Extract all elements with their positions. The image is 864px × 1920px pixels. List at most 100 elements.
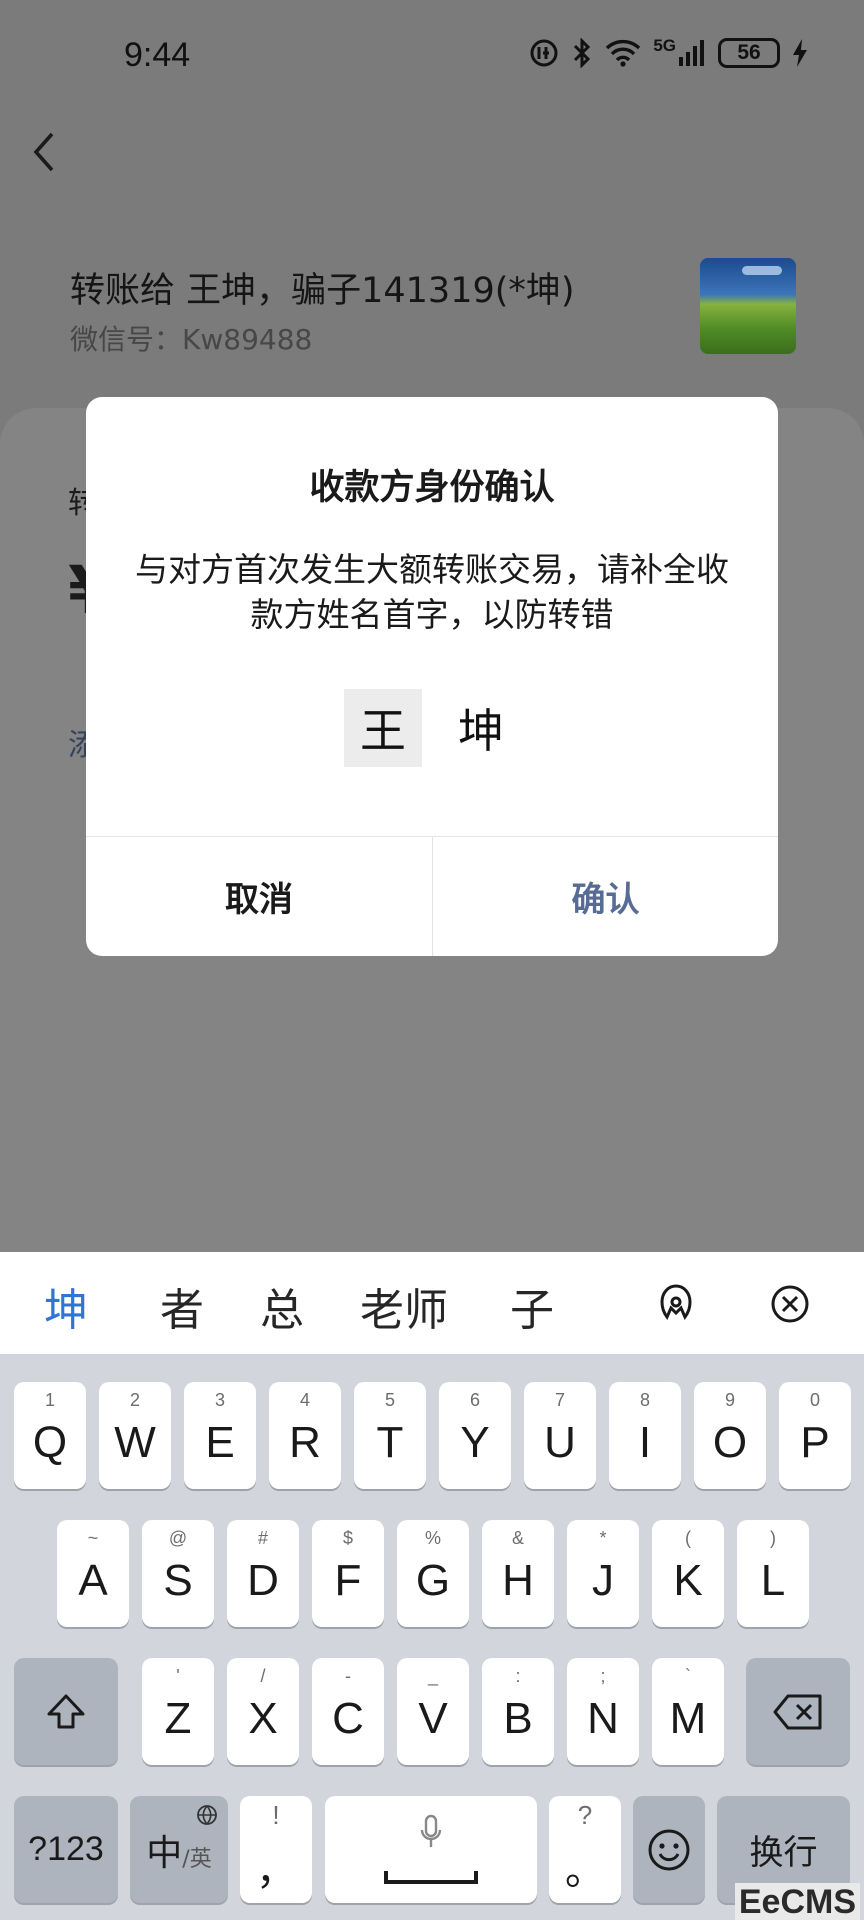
candidate-item[interactable]: 子 bbox=[510, 1274, 554, 1338]
language-switch-key[interactable]: 中/英 bbox=[130, 1796, 228, 1903]
key-label: A bbox=[78, 1555, 108, 1605]
key-hint: ~ bbox=[87, 1528, 99, 1548]
confirm-button[interactable]: 确认 bbox=[433, 837, 778, 956]
key-hint: ; bbox=[600, 1666, 606, 1686]
key-k[interactable]: (K bbox=[652, 1520, 724, 1627]
keyboard: 1Q 2W 3E 4R 5T 6Y 7U 8I 9O 0P ~ A @ S # D $… bbox=[0, 1354, 864, 1920]
key-label: X bbox=[248, 1693, 278, 1743]
key-hint: - bbox=[345, 1666, 351, 1686]
key-i[interactable]: 8I bbox=[609, 1382, 681, 1489]
key-m[interactable]: ` M bbox=[652, 1658, 724, 1765]
comma-key[interactable]: !， bbox=[240, 1796, 312, 1903]
payee-confirm-dialog: 收款方身份确认 与对方首次发生大额转账交易，请补全收款方姓名首字，以防转错 王 … bbox=[86, 397, 778, 956]
close-candidates-icon[interactable] bbox=[766, 1280, 814, 1328]
shift-icon bbox=[47, 1694, 85, 1728]
key-e[interactable]: 3E bbox=[184, 1382, 256, 1489]
key-f[interactable]: $ F bbox=[312, 1520, 384, 1627]
period-key[interactable]: ?。 bbox=[549, 1796, 621, 1903]
candidate-item[interactable]: 总 bbox=[260, 1274, 304, 1338]
key-label: 。 bbox=[565, 1848, 605, 1893]
charging-icon bbox=[793, 39, 807, 67]
key-label: S bbox=[163, 1555, 193, 1605]
back-arrow-icon[interactable] bbox=[24, 124, 64, 180]
backspace-key[interactable] bbox=[746, 1658, 850, 1765]
key-label: G bbox=[415, 1555, 451, 1605]
key-h[interactable]: & H bbox=[482, 1520, 554, 1627]
key-n[interactable]: ; N bbox=[567, 1658, 639, 1765]
battery-indicator: 56 bbox=[718, 38, 780, 68]
key-hint: * bbox=[599, 1528, 607, 1548]
key-hint: : bbox=[515, 1666, 521, 1686]
key-r[interactable]: 4R bbox=[269, 1382, 341, 1489]
candidate-item[interactable]: 老师 bbox=[360, 1274, 448, 1338]
key-label: J bbox=[592, 1555, 614, 1605]
key-hint: ( bbox=[685, 1528, 691, 1548]
key-u[interactable]: 7U bbox=[524, 1382, 596, 1489]
watermark: EeCMS bbox=[734, 1883, 860, 1920]
signal-icon bbox=[679, 40, 704, 66]
keyboard-logo-icon[interactable] bbox=[652, 1280, 700, 1328]
key-hint: % bbox=[424, 1528, 441, 1548]
key-x[interactable]: / X bbox=[227, 1658, 299, 1765]
lang-main-label: 中 bbox=[146, 1832, 183, 1874]
key-label: U bbox=[544, 1417, 576, 1467]
key-hint: # bbox=[257, 1528, 268, 1548]
emoji-icon bbox=[648, 1829, 690, 1870]
key-label: T bbox=[376, 1417, 404, 1467]
candidate-item[interactable]: 者 bbox=[160, 1274, 204, 1338]
key-label: K bbox=[673, 1555, 703, 1605]
enter-key-label: 换行 bbox=[749, 1834, 818, 1872]
key-p[interactable]: 0P bbox=[779, 1382, 851, 1489]
space-key[interactable] bbox=[325, 1796, 537, 1903]
key-y[interactable]: 6Y bbox=[439, 1382, 511, 1489]
key-hint: 1 bbox=[44, 1390, 55, 1410]
key-hint: ? bbox=[577, 1800, 593, 1830]
key-hint: 9 bbox=[724, 1390, 735, 1410]
key-label: N bbox=[587, 1693, 619, 1743]
key-hint: 3 bbox=[214, 1390, 225, 1410]
key-label: Q bbox=[32, 1417, 68, 1467]
shift-key[interactable] bbox=[14, 1658, 118, 1765]
key-z[interactable]: ' Z bbox=[142, 1658, 214, 1765]
status-time: 9:44 bbox=[124, 36, 191, 74]
key-c[interactable]: -C bbox=[312, 1658, 384, 1765]
numbers-key-label: ?123 bbox=[28, 1830, 104, 1868]
key-hint: / bbox=[260, 1666, 266, 1686]
wifi-icon bbox=[606, 39, 641, 67]
key-hint: ) bbox=[770, 1528, 776, 1548]
key-hint: 4 bbox=[299, 1390, 310, 1410]
candidate-item[interactable]: 坤 bbox=[44, 1274, 88, 1338]
name-completion-row: 王 坤 bbox=[86, 689, 778, 767]
microphone-icon bbox=[420, 1814, 442, 1847]
payee-title: 转账给 王坤，骗子141319(*坤) bbox=[70, 271, 575, 311]
key-d[interactable]: # D bbox=[227, 1520, 299, 1627]
key-hint: @ bbox=[168, 1528, 188, 1548]
key-hint: _ bbox=[427, 1666, 438, 1686]
key-b[interactable]: :B bbox=[482, 1658, 554, 1765]
key-s[interactable]: @ S bbox=[142, 1520, 214, 1627]
key-j[interactable]: * J bbox=[567, 1520, 639, 1627]
key-hint: $ bbox=[342, 1528, 353, 1548]
key-hint: 6 bbox=[469, 1390, 480, 1410]
key-g[interactable]: % G bbox=[397, 1520, 469, 1627]
numbers-key[interactable]: ?123 bbox=[14, 1796, 118, 1903]
emoji-key[interactable] bbox=[633, 1796, 705, 1903]
key-label: O bbox=[712, 1417, 748, 1467]
key-label: P bbox=[800, 1417, 830, 1467]
key-hint: & bbox=[511, 1528, 524, 1548]
key-t[interactable]: 5T bbox=[354, 1382, 426, 1489]
cancel-button[interactable]: 取消 bbox=[86, 837, 432, 956]
key-o[interactable]: 9O bbox=[694, 1382, 766, 1489]
key-label: D bbox=[247, 1555, 279, 1605]
avatar-cloud bbox=[742, 266, 782, 275]
key-w[interactable]: 2W bbox=[99, 1382, 171, 1489]
key-label: W bbox=[114, 1417, 156, 1467]
candidate-bar: 坤 者 总 老师 子 bbox=[0, 1252, 864, 1354]
key-l[interactable]: ) L bbox=[737, 1520, 809, 1627]
key-label: ， bbox=[256, 1848, 296, 1893]
key-a[interactable]: ~ A bbox=[57, 1520, 129, 1627]
key-v[interactable]: _ V bbox=[397, 1658, 469, 1765]
key-label: H bbox=[502, 1555, 534, 1605]
key-q[interactable]: 1Q bbox=[14, 1382, 86, 1489]
first-char-input[interactable]: 王 bbox=[344, 689, 422, 767]
